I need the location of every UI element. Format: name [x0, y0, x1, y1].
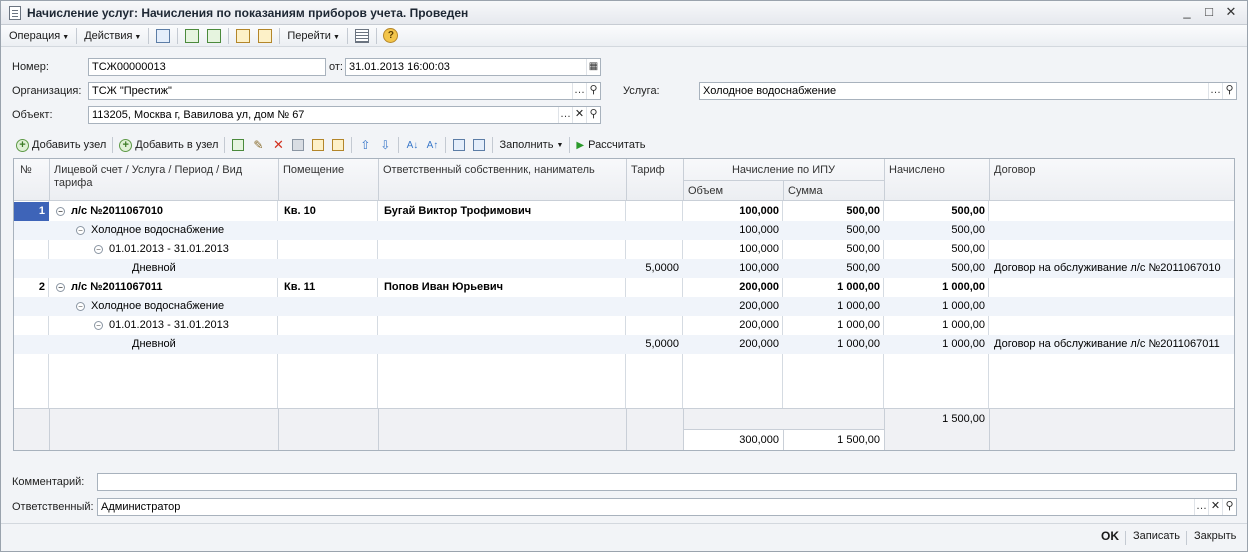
table-footer: 1 500,00 300,000 1 500,00 — [14, 408, 1234, 450]
table-row[interactable]: 2 − л/с №2011067011 Кв. 11 Попов Иван Юрь… — [14, 278, 1234, 297]
goto-menu[interactable]: Перейти ▼ — [283, 27, 344, 45]
settings-icon[interactable] — [471, 137, 487, 153]
total-sum: 1 500,00 — [837, 434, 880, 446]
table-row[interactable]: Дневной 5,0000 200,000 1 000,00 1 000,00… — [14, 335, 1234, 354]
header-owner[interactable]: Ответственный собственник, наниматель — [379, 161, 599, 180]
add-to-node-button[interactable]: + Добавить в узел — [116, 136, 221, 154]
service-field[interactable]: Холодное водоснабжение … ⚲ — [699, 82, 1237, 100]
close-window-button[interactable]: ✕ — [1223, 4, 1239, 20]
save-button[interactable]: Записать — [1133, 530, 1180, 542]
organization-label: Организация: — [12, 85, 82, 97]
comment-field[interactable] — [97, 473, 1237, 491]
close-button[interactable]: Закрыть — [1194, 530, 1236, 542]
number-field[interactable]: ТСЖ00000013 — [88, 58, 326, 76]
open-organization-icon[interactable]: ⚲ — [586, 83, 600, 99]
minimize-button[interactable]: _ — [1179, 4, 1195, 20]
collapse-tree-icon[interactable]: − — [94, 244, 103, 254]
object-label: Объект: — [12, 109, 53, 121]
operation-menu[interactable]: Операция ▼ — [5, 27, 73, 45]
header-tariff[interactable]: Тариф — [627, 161, 669, 180]
header-num[interactable]: № — [16, 161, 36, 180]
document-window: Начисление услуг: Начисления по показани… — [0, 0, 1248, 552]
delete-row-icon[interactable]: ✕ — [270, 137, 286, 153]
grid-toolbar: + Добавить узел + Добавить в узел ✎ ✕ ⇧ ⇩ … — [13, 135, 1235, 155]
sort-desc-icon[interactable]: A↑ — [424, 137, 440, 153]
organization-field[interactable]: ТСЖ "Престиж" … ⚲ — [88, 82, 601, 100]
edit-row-icon[interactable]: ✎ — [250, 137, 266, 153]
clear-responsible-icon[interactable]: ✕ — [1208, 499, 1222, 515]
copy-document-icon[interactable] — [205, 27, 223, 45]
play-icon: ▶ — [576, 139, 585, 151]
actions-menu[interactable]: Действия ▼ — [80, 27, 145, 45]
open-object-icon[interactable]: ⚲ — [586, 107, 600, 123]
end-edit-icon[interactable] — [290, 137, 306, 153]
post-and-close-icon[interactable] — [154, 27, 172, 45]
responsible-label: Ответственный: — [12, 501, 94, 513]
structure-icon[interactable] — [353, 27, 371, 45]
object-field[interactable]: 113205, Москва г, Вавилова ул, дом № 67 … — [88, 106, 601, 124]
header-volume[interactable]: Объем — [684, 182, 727, 201]
maximize-button[interactable]: □ — [1201, 4, 1217, 20]
header-ipu[interactable]: Начисление по ИПУ — [683, 161, 884, 180]
title-bar: Начисление услуг: Начисления по показани… — [1, 1, 1247, 25]
header-sum[interactable]: Сумма — [784, 182, 827, 201]
window-title: Начисление услуг: Начисления по показани… — [27, 5, 469, 20]
unpost-document-icon[interactable] — [256, 27, 274, 45]
post-document-icon[interactable] — [234, 27, 252, 45]
table-row[interactable]: Дневной 5,0000 100,000 500,00 500,00 Дог… — [14, 259, 1234, 278]
collapse-tree-icon[interactable]: − — [76, 301, 85, 311]
help-icon[interactable]: ? — [382, 27, 400, 45]
open-service-icon[interactable]: ⚲ — [1222, 83, 1236, 99]
command-bar: Операция ▼ Действия ▼ Перейти ▼ ? — [1, 25, 1247, 47]
header-account[interactable]: Лицевой счет / Услуга / Период / Вид тар… — [50, 161, 278, 193]
table-row[interactable]: −01.01.2013 - 31.01.2013 200,000 1 000,0… — [14, 316, 1234, 335]
collapse-node-icon[interactable] — [330, 137, 346, 153]
total-volume: 300,000 — [739, 434, 779, 446]
table-row[interactable]: − Холодное водоснабжение 200,000 1 000,00… — [14, 297, 1234, 316]
add-node-button[interactable]: + Добавить узел — [13, 136, 109, 154]
sort-asc-icon[interactable]: A↓ — [404, 137, 420, 153]
table-row[interactable]: 1 − л/с №2011067010 Кв. 10 Бугай Виктор Т… — [14, 202, 1234, 221]
table-row[interactable]: − Холодное водоснабжение 100,000 500,00 5… — [14, 221, 1234, 240]
ok-button[interactable]: OK — [1101, 529, 1119, 543]
clear-object-icon[interactable]: ✕ — [572, 107, 586, 123]
select-organization-icon[interactable]: … — [572, 83, 586, 99]
select-responsible-icon[interactable]: … — [1194, 499, 1208, 515]
collapse-tree-icon[interactable]: − — [56, 282, 65, 292]
move-down-icon[interactable]: ⇩ — [377, 137, 393, 153]
collapse-tree-icon[interactable]: − — [56, 206, 65, 216]
fill-menu[interactable]: Заполнить ▼ — [496, 136, 566, 154]
header-contract[interactable]: Договор — [990, 161, 1040, 180]
add-node-icon: + — [16, 138, 29, 152]
service-label: Услуга: — [623, 85, 660, 97]
responsible-field[interactable]: Администратор … ✕ ⚲ — [97, 498, 1237, 516]
header-premises[interactable]: Помещение — [279, 161, 348, 180]
total-charged: 1 500,00 — [942, 413, 985, 425]
document-icon — [9, 5, 21, 20]
header-charged[interactable]: Начислено — [885, 161, 949, 180]
calculate-button[interactable]: ▶ Рассчитать — [573, 136, 648, 154]
bottom-bar: OK Записать Закрыть — [1, 523, 1247, 551]
date-label: от: — [329, 61, 343, 73]
open-responsible-icon[interactable]: ⚲ — [1222, 499, 1236, 515]
add-to-node-icon: + — [119, 138, 133, 152]
copy-row-icon[interactable] — [230, 137, 246, 153]
table-header: № Лицевой счет / Услуга / Период / Вид т… — [14, 159, 1234, 201]
expand-node-icon[interactable] — [310, 137, 326, 153]
comment-label: Комментарий: — [12, 476, 85, 488]
date-field[interactable]: 31.01.2013 16:00:03 ▦ — [345, 58, 601, 76]
collapse-tree-icon[interactable]: − — [94, 320, 103, 330]
select-object-icon[interactable]: … — [558, 107, 572, 123]
select-service-icon[interactable]: … — [1208, 83, 1222, 99]
move-up-icon[interactable]: ⇧ — [357, 137, 373, 153]
print-icon[interactable] — [451, 137, 467, 153]
number-label: Номер: — [12, 61, 49, 73]
calendar-icon[interactable]: ▦ — [586, 59, 600, 75]
table-row[interactable]: −01.01.2013 - 31.01.2013 100,000 500,00 … — [14, 240, 1234, 259]
charges-table[interactable]: № Лицевой счет / Услуга / Период / Вид т… — [13, 158, 1235, 451]
refresh-icon[interactable] — [183, 27, 201, 45]
collapse-tree-icon[interactable]: − — [76, 225, 85, 235]
